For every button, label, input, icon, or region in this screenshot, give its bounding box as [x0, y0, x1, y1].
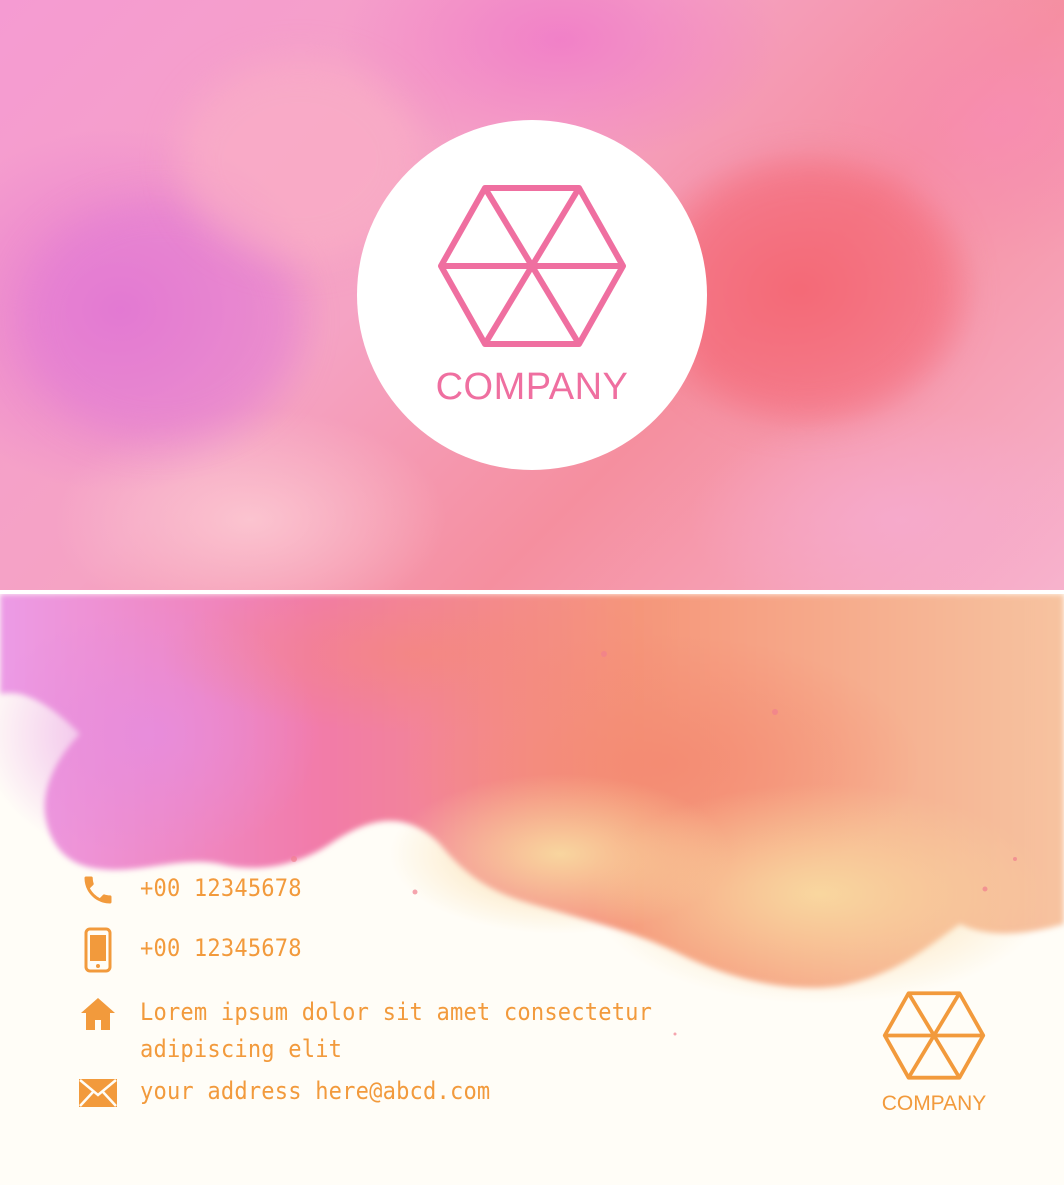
phone-number: +00 12345678 [140, 874, 302, 902]
mobile-row: +00 12345678 [78, 927, 316, 973]
phone-icon [78, 870, 118, 910]
company-name: COMPANY [435, 366, 629, 408]
address-row: Lorem ipsum dolor sit amet consectetur a… [78, 994, 697, 1068]
hexagon-logo-icon [438, 185, 626, 347]
back-logo: COMPANY [872, 990, 996, 1116]
business-card-back: +00 12345678 +00 12345678 Lorem ipsum do… [0, 594, 1064, 1185]
email-address: your address here@abcd.com [140, 1077, 491, 1105]
hexagon-logo-icon [882, 991, 986, 1080]
address-line-1: Lorem ipsum dolor sit amet consectetur [140, 998, 653, 1026]
home-icon [78, 994, 118, 1034]
mail-icon [78, 1073, 118, 1113]
business-card-front: COMPANY [0, 0, 1064, 590]
email-row: your address here@abcd.com [78, 1073, 521, 1113]
logo-badge: COMPANY [357, 120, 707, 470]
phone-row: +00 12345678 [78, 870, 316, 910]
mobile-icon [78, 927, 118, 973]
mobile-number: +00 12345678 [140, 934, 302, 962]
company-name: COMPANY [881, 1092, 987, 1115]
address-line-2: adipiscing elit [140, 1035, 343, 1063]
